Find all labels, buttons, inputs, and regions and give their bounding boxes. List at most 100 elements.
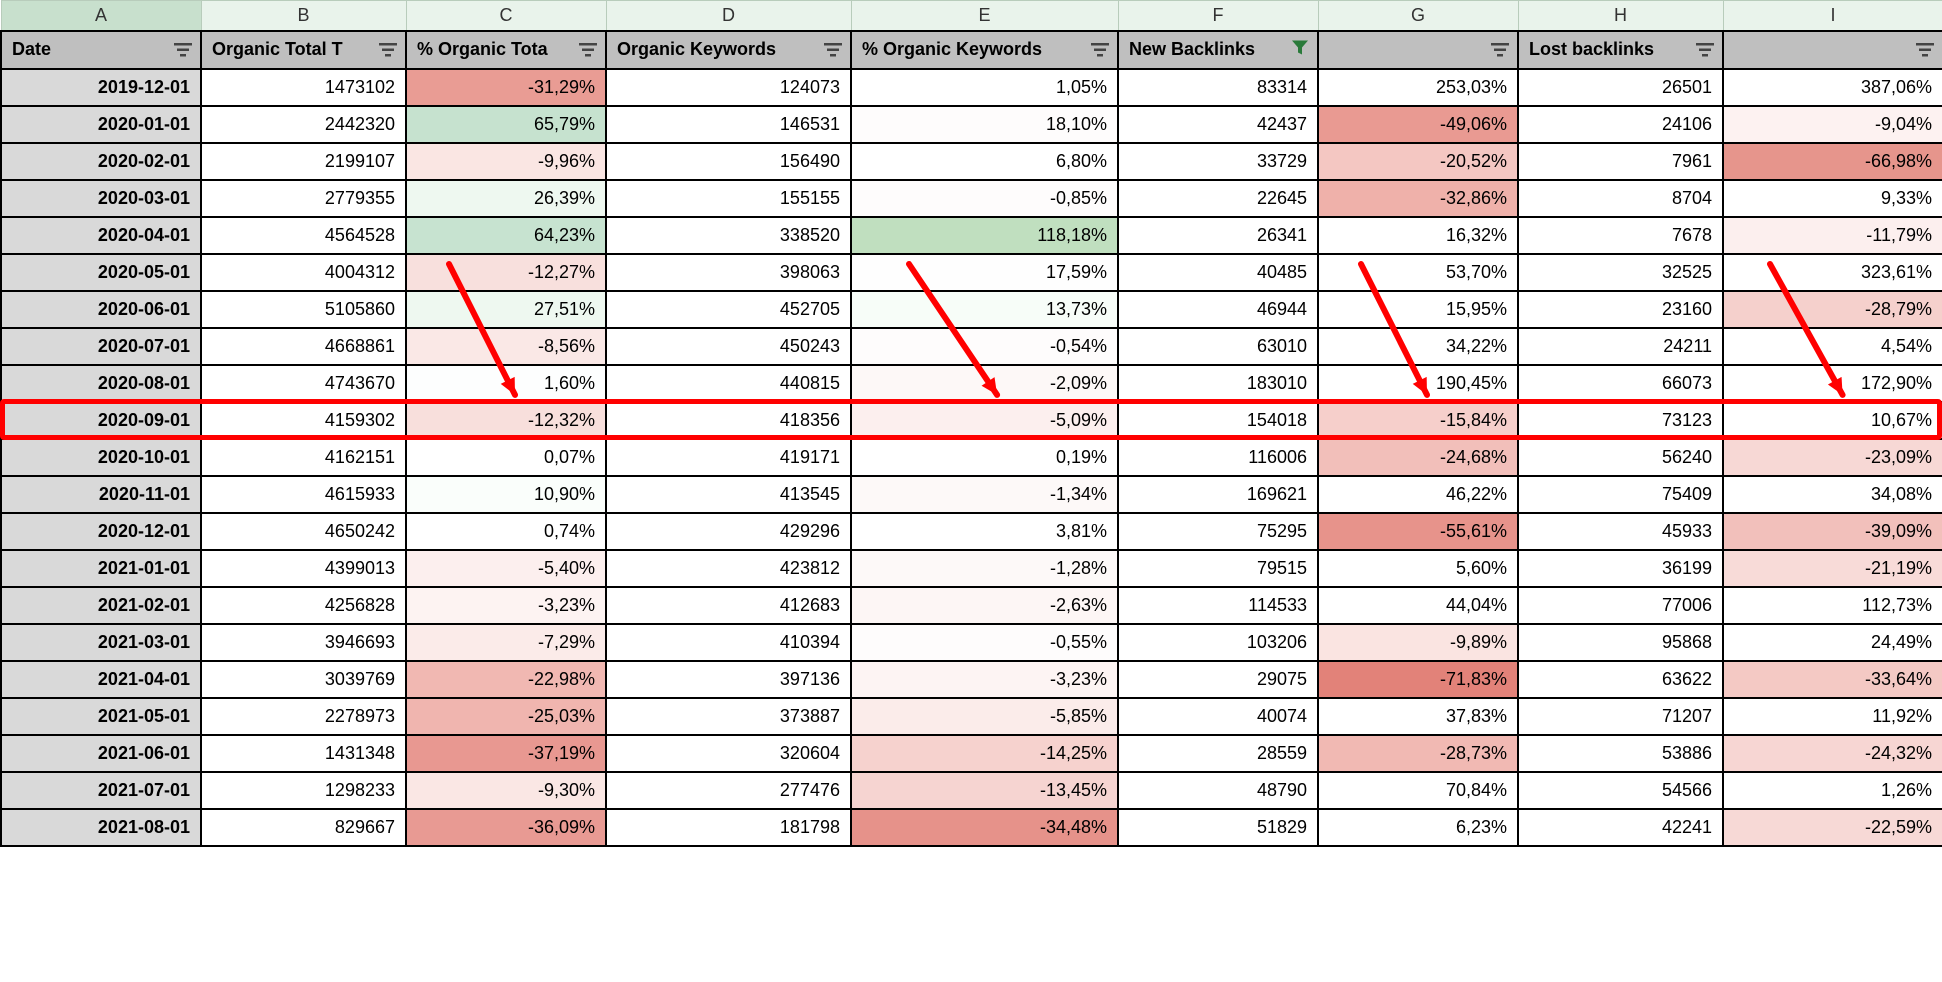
data-cell[interactable]: 26,39% (406, 180, 606, 217)
filter-icon[interactable] (1916, 43, 1934, 57)
data-cell[interactable]: 4399013 (201, 550, 406, 587)
data-cell[interactable]: 46,22% (1318, 476, 1518, 513)
column-letter-A[interactable]: A (1, 1, 201, 31)
data-cell[interactable]: 66073 (1518, 365, 1723, 402)
filter-icon[interactable] (579, 43, 597, 57)
data-cell[interactable]: 4743670 (201, 365, 406, 402)
data-cell[interactable]: -49,06% (1318, 106, 1518, 143)
data-cell[interactable]: 156490 (606, 143, 851, 180)
data-cell[interactable]: 44,04% (1318, 587, 1518, 624)
data-cell[interactable]: 83314 (1118, 69, 1318, 106)
data-cell[interactable]: -37,19% (406, 735, 606, 772)
header-H[interactable]: Lost backlinks (1518, 31, 1723, 69)
data-cell[interactable]: -66,98% (1723, 143, 1942, 180)
data-cell[interactable]: 48790 (1118, 772, 1318, 809)
data-cell[interactable]: 3946693 (201, 624, 406, 661)
header-E[interactable]: % Organic Keywords (851, 31, 1118, 69)
data-cell[interactable]: 172,90% (1723, 365, 1942, 402)
data-cell[interactable]: -2,09% (851, 365, 1118, 402)
data-cell[interactable]: 154018 (1118, 402, 1318, 439)
data-cell[interactable]: -9,89% (1318, 624, 1518, 661)
data-cell[interactable]: 169621 (1118, 476, 1318, 513)
data-cell[interactable]: 2779355 (201, 180, 406, 217)
column-letter-E[interactable]: E (851, 1, 1118, 31)
data-cell[interactable]: 4,54% (1723, 328, 1942, 365)
data-cell[interactable]: 63010 (1118, 328, 1318, 365)
data-cell[interactable]: 4650242 (201, 513, 406, 550)
data-cell[interactable]: 183010 (1118, 365, 1318, 402)
data-cell[interactable]: 8704 (1518, 180, 1723, 217)
data-cell[interactable]: 54566 (1518, 772, 1723, 809)
date-cell[interactable]: 2020-08-01 (1, 365, 201, 402)
data-cell[interactable]: 40074 (1118, 698, 1318, 735)
data-cell[interactable]: 3,81% (851, 513, 1118, 550)
date-cell[interactable]: 2021-04-01 (1, 661, 201, 698)
filter-icon[interactable] (174, 43, 192, 57)
data-cell[interactable]: 15,95% (1318, 291, 1518, 328)
data-cell[interactable]: 16,32% (1318, 217, 1518, 254)
data-cell[interactable]: 46944 (1118, 291, 1318, 328)
data-cell[interactable]: 56240 (1518, 439, 1723, 476)
data-cell[interactable]: 1,60% (406, 365, 606, 402)
data-cell[interactable]: 51829 (1118, 809, 1318, 846)
date-cell[interactable]: 2019-12-01 (1, 69, 201, 106)
column-letter-G[interactable]: G (1318, 1, 1518, 31)
data-cell[interactable]: 13,73% (851, 291, 1118, 328)
data-cell[interactable]: 77006 (1518, 587, 1723, 624)
data-cell[interactable]: 24211 (1518, 328, 1723, 365)
data-cell[interactable]: -12,27% (406, 254, 606, 291)
column-letter-I[interactable]: I (1723, 1, 1942, 31)
data-cell[interactable]: 7961 (1518, 143, 1723, 180)
data-cell[interactable]: 124073 (606, 69, 851, 106)
header-I[interactable] (1723, 31, 1942, 69)
column-letter-D[interactable]: D (606, 1, 851, 31)
header-B[interactable]: Organic Total T (201, 31, 406, 69)
filter-icon[interactable] (1491, 43, 1509, 57)
data-cell[interactable]: 22645 (1118, 180, 1318, 217)
header-G[interactable] (1318, 31, 1518, 69)
column-letter-B[interactable]: B (201, 1, 406, 31)
header-F[interactable]: New Backlinks (1118, 31, 1318, 69)
data-cell[interactable]: 1,05% (851, 69, 1118, 106)
data-cell[interactable]: 412683 (606, 587, 851, 624)
data-cell[interactable]: 3039769 (201, 661, 406, 698)
date-cell[interactable]: 2021-07-01 (1, 772, 201, 809)
data-cell[interactable]: 419171 (606, 439, 851, 476)
data-cell[interactable]: 10,67% (1723, 402, 1942, 439)
data-cell[interactable]: 418356 (606, 402, 851, 439)
data-cell[interactable]: 5105860 (201, 291, 406, 328)
data-cell[interactable]: -3,23% (851, 661, 1118, 698)
data-cell[interactable]: 32525 (1518, 254, 1723, 291)
data-cell[interactable]: 277476 (606, 772, 851, 809)
data-cell[interactable]: 6,80% (851, 143, 1118, 180)
data-cell[interactable]: -32,86% (1318, 180, 1518, 217)
data-cell[interactable]: 40485 (1118, 254, 1318, 291)
data-cell[interactable]: 118,18% (851, 217, 1118, 254)
data-cell[interactable]: 2442320 (201, 106, 406, 143)
data-cell[interactable]: -14,25% (851, 735, 1118, 772)
data-cell[interactable]: -25,03% (406, 698, 606, 735)
data-cell[interactable]: -36,09% (406, 809, 606, 846)
data-cell[interactable]: 53886 (1518, 735, 1723, 772)
data-cell[interactable]: 320604 (606, 735, 851, 772)
data-cell[interactable]: 116006 (1118, 439, 1318, 476)
data-cell[interactable]: 64,23% (406, 217, 606, 254)
data-cell[interactable]: 440815 (606, 365, 851, 402)
funnel-icon[interactable] (1291, 38, 1309, 61)
data-cell[interactable]: 423812 (606, 550, 851, 587)
data-cell[interactable]: 338520 (606, 217, 851, 254)
data-cell[interactable]: -24,68% (1318, 439, 1518, 476)
data-cell[interactable]: 4564528 (201, 217, 406, 254)
data-cell[interactable]: 0,19% (851, 439, 1118, 476)
data-cell[interactable]: 6,23% (1318, 809, 1518, 846)
data-cell[interactable]: -20,52% (1318, 143, 1518, 180)
data-cell[interactable]: 2199107 (201, 143, 406, 180)
data-cell[interactable]: 452705 (606, 291, 851, 328)
data-cell[interactable]: 45933 (1518, 513, 1723, 550)
data-cell[interactable]: -1,34% (851, 476, 1118, 513)
data-cell[interactable]: 11,92% (1723, 698, 1942, 735)
data-cell[interactable]: 26341 (1118, 217, 1318, 254)
data-cell[interactable]: 413545 (606, 476, 851, 513)
data-cell[interactable]: 146531 (606, 106, 851, 143)
data-cell[interactable]: 410394 (606, 624, 851, 661)
